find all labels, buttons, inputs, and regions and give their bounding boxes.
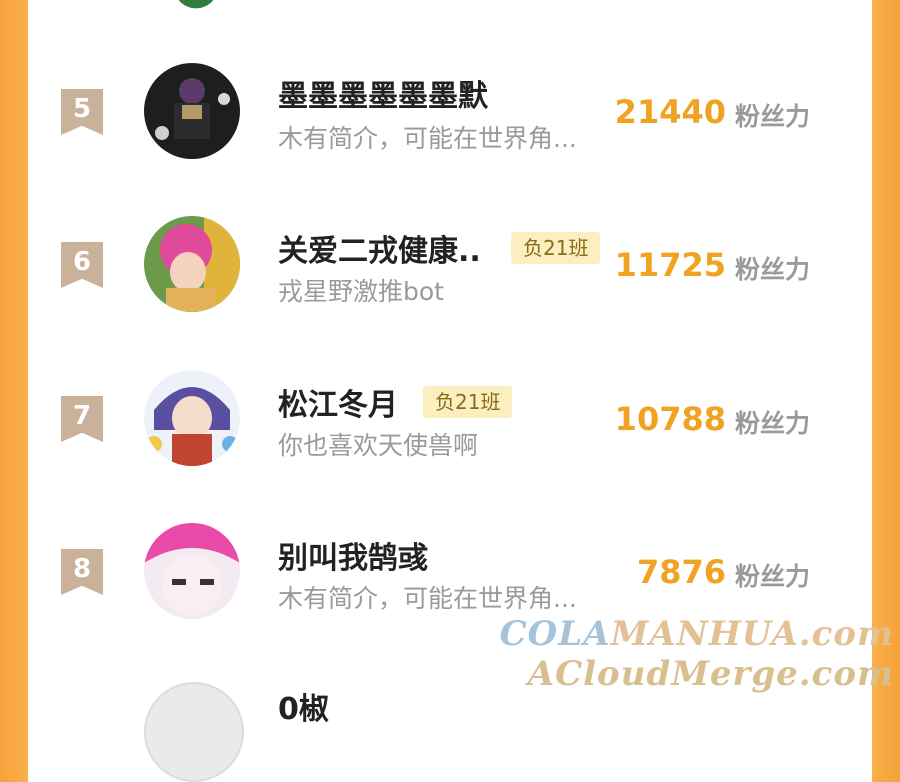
user-description: 木有简介，可能在世界角...: [278, 584, 577, 613]
fan-power-value: 10788: [614, 400, 726, 438]
site-watermark: COLAMANHUA.com ACloudMerge.com: [494, 614, 894, 694]
fan-power-label: 粉丝力: [735, 562, 811, 591]
rank-badge: 8: [61, 549, 103, 595]
class-tag: 负21班: [423, 386, 513, 418]
fan-power-value: 7876: [636, 553, 726, 591]
user-description: 你也喜欢天使兽啊: [278, 431, 479, 460]
fan-power-label: 粉丝力: [735, 102, 811, 131]
fan-power-value: 11725: [614, 246, 726, 284]
fan-power-value: 21440: [614, 93, 726, 131]
ranking-panel: 5 墨墨墨墨墨墨默 木有简介，可能在世界角... 21440 粉丝力 6 关爱二…: [28, 0, 872, 782]
user-description: 木有简介，可能在世界角...: [278, 124, 577, 153]
avatar-partial-bottom: [144, 682, 244, 782]
user-description: 戎星野激推bot: [278, 277, 444, 306]
avatar[interactable]: [144, 63, 240, 159]
ranking-row[interactable]: 5 墨墨墨墨墨墨默 木有简介，可能在世界角... 21440 粉丝力: [28, 55, 872, 165]
avatar[interactable]: [144, 523, 240, 619]
watermark-part-b: MANHUA.com: [610, 614, 894, 654]
avatar[interactable]: [144, 216, 240, 312]
avatar-partial-top: [168, 0, 224, 10]
avatar[interactable]: [144, 370, 240, 466]
fan-power-label: 粉丝力: [735, 409, 811, 438]
user-name-partial: 0椒: [278, 692, 329, 727]
fan-power-label: 粉丝力: [735, 255, 811, 284]
ranking-row[interactable]: 7 松江冬月 负21班 你也喜欢天使兽啊 10788 粉丝力: [28, 362, 872, 472]
rank-badge: 5: [61, 89, 103, 135]
watermark-line-2: ACloudMerge.com: [527, 654, 894, 694]
ranking-row[interactable]: 6 关爱二戎健康.. 负21班 戎星野激推bot 11725 粉丝力: [28, 208, 872, 318]
rank-badge: 7: [61, 396, 103, 442]
rank-badge: 6: [61, 242, 103, 288]
watermark-part-a: COLA: [499, 614, 611, 654]
user-name[interactable]: 松江冬月: [278, 380, 398, 424]
user-name[interactable]: 别叫我鹄彧: [278, 533, 428, 577]
user-name[interactable]: 墨墨墨墨墨墨默: [278, 71, 488, 115]
ranking-row[interactable]: 8 别叫我鹄彧 木有简介，可能在世界角... 7876 粉丝力: [28, 515, 872, 625]
class-tag: 负21班: [511, 232, 601, 264]
user-name[interactable]: 关爱二戎健康..: [278, 226, 481, 270]
